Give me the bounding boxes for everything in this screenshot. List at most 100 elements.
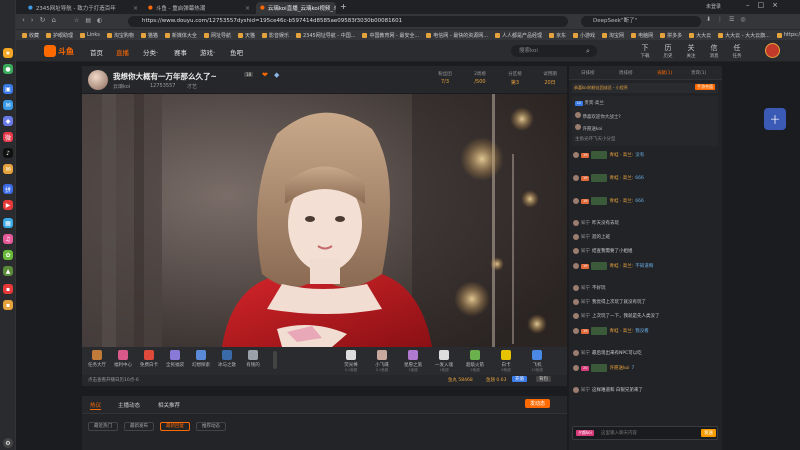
app-icon[interactable]: ▪ [3, 284, 13, 294]
bookmark-item[interactable]: 淘宝网 [602, 32, 624, 39]
extension-icons[interactable]: ☆▤◐ [74, 17, 108, 24]
activity-item[interactable]: 有钱的 [242, 350, 264, 368]
window-controls[interactable]: –□× [746, 1, 786, 9]
close-icon[interactable]: × [133, 5, 138, 12]
chat-message[interactable]: 19 青蛙 · 高兰: 没有 [573, 151, 644, 159]
header-download-icon[interactable]: 下下载 [636, 44, 654, 59]
chat-message[interactable]: 20 许愿送koi 7 [573, 364, 634, 372]
bookmark-item[interactable]: 大大云 [689, 32, 711, 39]
nav-live[interactable]: 直播 [116, 47, 129, 57]
chat-message[interactable]: 知宁 我觉得上次玩了就没有玩了 [573, 299, 646, 305]
activity-item[interactable]: 冰与之歌 [216, 350, 238, 368]
room-stat[interactable]: 分区榜 第3 [500, 71, 530, 86]
browser-tab[interactable]: ● 2345网址导航 - 致力于打造百年 × [24, 2, 142, 14]
bookmark-item[interactable]: 小游戏 [573, 32, 595, 39]
header-task-icon[interactable]: 任任务 [728, 44, 746, 59]
user-avatar[interactable] [765, 43, 780, 58]
chat-icon[interactable]: ● [3, 64, 13, 74]
gift-item[interactable]: 白卡 6鱼翅 [495, 350, 517, 373]
gift-item[interactable]: 星愿之旅 1鱼翅 [402, 350, 424, 373]
subtab-reply[interactable]: 最新回复 [160, 422, 190, 431]
recharge-button[interactable]: 充值 [512, 376, 527, 382]
chat-tab-week[interactable]: 周排榜 [619, 70, 633, 76]
header-history-icon[interactable]: 历历史 [659, 44, 677, 59]
bookmark-item[interactable]: 护眼助理 [46, 32, 73, 39]
bookmark-item[interactable]: 2345网址导航 - 中国... [295, 32, 355, 39]
toolbar-icons[interactable]: ⬇⋮☰◎ [706, 16, 752, 23]
chat-message[interactable]: 知宁 昨天没有去玩 [573, 220, 619, 226]
backpack-button[interactable]: 背包 [536, 376, 551, 382]
video-icon[interactable]: ▶ [3, 200, 13, 210]
room-stat[interactable]: 2周榜/500 [465, 71, 495, 85]
gift-icon[interactable]: ❤ [262, 71, 268, 79]
bookmark-item[interactable]: 收藏 [22, 32, 39, 39]
address-bar[interactable]: https://www.douyu.com/12753557dyshid=195… [128, 16, 568, 27]
new-tab-icon[interactable]: + [340, 2, 347, 11]
chat-message[interactable]: 19 青蛙 · 高兰: 666 [573, 174, 644, 182]
music-icon[interactable]: ♫ [3, 234, 13, 244]
nav-home[interactable]: 首页 [90, 47, 103, 57]
bookmark-item[interactable]: 网址导航 [203, 32, 231, 39]
chat-message[interactable]: 知宁 这样难道和 白银兄弟来了 [573, 387, 643, 393]
game2-icon[interactable]: ▲ [3, 266, 13, 276]
bookmark-item[interactable]: 中国教育网 - 最安全... [362, 32, 419, 39]
gift-item[interactable]: 一发入魂 1鱼翅 [433, 350, 455, 373]
subtab-recommend[interactable]: 推荐动态 [196, 422, 226, 431]
activity-item[interactable]: 免费白卡 [138, 350, 160, 368]
chat-message[interactable]: 知宁 逛的上班 [573, 234, 610, 240]
tab-hot[interactable]: 热议 [90, 401, 102, 410]
chat-message[interactable]: 知宁 上次玩了一下，我就是先人类没了 [573, 313, 660, 319]
game-icon[interactable]: ◆ [3, 116, 13, 126]
bookmark-item[interactable]: 拼多多 [660, 32, 682, 39]
post-button[interactable]: 发动态 [525, 399, 551, 408]
nav-category[interactable]: 分类· [143, 47, 158, 57]
bookmark-item[interactable]: 大大云 - 大大云旗... [718, 32, 770, 39]
gift-item[interactable]: 荧光棒 0.1鱼翅 [340, 350, 362, 373]
category-label[interactable]: 才艺 [187, 83, 197, 90]
bookmark-item[interactable]: 天猫 [237, 32, 255, 39]
bookmark-item[interactable]: 电信网 - 最快的资源网... [426, 32, 488, 39]
chat-message[interactable]: 19 青蛙 · 高兰: 666 [573, 197, 644, 205]
chat-message[interactable]: 知宁 结查我需要了小姐姐 [573, 248, 633, 254]
gift-item[interactable]: 小飞碟 0.1鱼翅 [371, 350, 393, 373]
plant-icon[interactable]: ✿ [3, 250, 13, 260]
note-icon[interactable]: ▦ [3, 218, 13, 228]
browser-tab-active[interactable]: ●云璃koi直播_云璃koi视频_斗鱼× [256, 2, 336, 14]
fan-badge[interactable]: 夕颜koi [576, 430, 594, 436]
chat-input[interactable]: 夕颜koi 这里输入聊天内容 发送 [572, 426, 718, 440]
notice-text[interactable]: 点击查看开播日历10点-6 [88, 377, 139, 383]
star-icon[interactable]: ★ [3, 48, 13, 58]
site-search-input[interactable]: 搜索koi [511, 45, 597, 57]
nav-games[interactable]: 游戏· [200, 47, 215, 57]
tab-streamer-posts[interactable]: 主播动态 [118, 401, 140, 409]
chat-tab-day[interactable]: 日排榜 [581, 70, 595, 76]
nav-buttons[interactable]: ‹›↻⌂ [22, 16, 62, 24]
streamer-name[interactable]: 云璃koi [113, 83, 130, 90]
nav-fishbar[interactable]: 鱼吧 [230, 47, 243, 57]
bottle-widget[interactable]: 十 [764, 108, 786, 130]
bookmark-item[interactable]: 新媒体大全 [164, 32, 197, 39]
search-icon[interactable]: ⌕ [586, 47, 590, 56]
nav-events[interactable]: 赛事 [174, 47, 187, 57]
send-button[interactable]: 发送 [701, 429, 716, 437]
header-message-icon[interactable]: 信消息 [705, 44, 723, 59]
bookmark-item[interactable]: 影音娱乐 [261, 32, 289, 39]
calendar-icon[interactable]: ▣ [3, 84, 13, 94]
bookmark-item[interactable]: Links [80, 32, 100, 38]
site-logo[interactable]: 斗鱼 [58, 46, 74, 57]
close-icon[interactable]: × [245, 5, 250, 12]
douyu-logo-icon[interactable] [44, 45, 56, 57]
room-stat[interactable]: 粉丝团 7/3 [430, 71, 460, 85]
bookmark-icon[interactable]: ✉ [3, 100, 13, 110]
room-stat[interactable]: 试用期 20日 [535, 71, 565, 86]
bookmark-item[interactable]: https://www.ok8888... [776, 32, 800, 38]
bookmark-item[interactable]: 淘宝购物 [106, 32, 134, 39]
chat-tab-vip[interactable]: 贵宾(1) [691, 70, 706, 76]
browser-search[interactable]: DeepSeek"断了" [581, 16, 701, 27]
video-player[interactable] [82, 94, 567, 347]
banner-button[interactable]: 手游充值 [695, 84, 715, 90]
activity-item[interactable]: 幻想探索 [190, 350, 212, 368]
mail-icon[interactable]: ✉ [3, 164, 13, 174]
gift-item[interactable]: 飞机 10鱼翅 [526, 350, 548, 373]
browser-tab[interactable]: ● 斗鱼 - 重启弹幕热潮 × [144, 2, 254, 14]
